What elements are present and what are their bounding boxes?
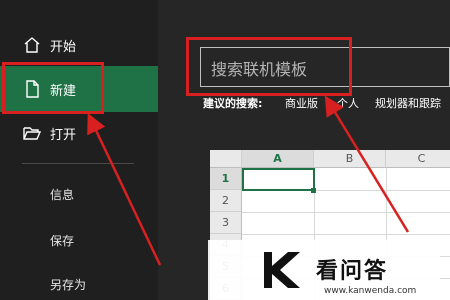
gridline	[242, 212, 450, 213]
nav-home-label: 开始	[50, 39, 77, 55]
nav-save-as[interactable]: 另存为	[50, 276, 86, 293]
row-header-2: 2	[210, 190, 242, 212]
suggested-search-personal[interactable]: 个人	[337, 95, 359, 111]
nav-open[interactable]: 打开	[0, 110, 158, 156]
watermark-title: 看问答	[316, 259, 389, 284]
nav-info[interactable]: 信息	[50, 186, 74, 203]
highlight-box-new	[2, 62, 104, 114]
home-icon	[24, 37, 40, 53]
nav-open-label: 打开	[50, 127, 77, 143]
watermark: 看问答 www.kanwenda.com	[208, 240, 440, 300]
gridline	[242, 234, 450, 235]
watermark-url: www.kanwenda.com	[324, 286, 417, 296]
column-header-a: A	[242, 150, 314, 168]
suggested-searches-label: 建议的搜索:	[203, 97, 263, 110]
column-header-c: C	[386, 150, 450, 168]
row-header-1: 1	[210, 168, 242, 190]
highlight-box-search	[186, 37, 352, 96]
selected-cell	[242, 168, 315, 191]
suggested-search-business[interactable]: 商业版	[285, 95, 318, 111]
grid-corner	[210, 150, 242, 168]
sidebar-divider	[22, 163, 134, 164]
column-header-b: B	[314, 150, 386, 168]
watermark-logo-icon	[264, 252, 300, 288]
fill-handle	[311, 188, 316, 193]
row-header-3: 3	[210, 212, 242, 234]
open-folder-icon	[23, 127, 42, 140]
nav-save[interactable]: 保存	[50, 232, 74, 249]
backstage-sidebar: 开始 新建 打开 信息 保存 另存为	[0, 0, 158, 300]
suggested-search-planners[interactable]: 规划器和跟踪	[375, 95, 441, 111]
